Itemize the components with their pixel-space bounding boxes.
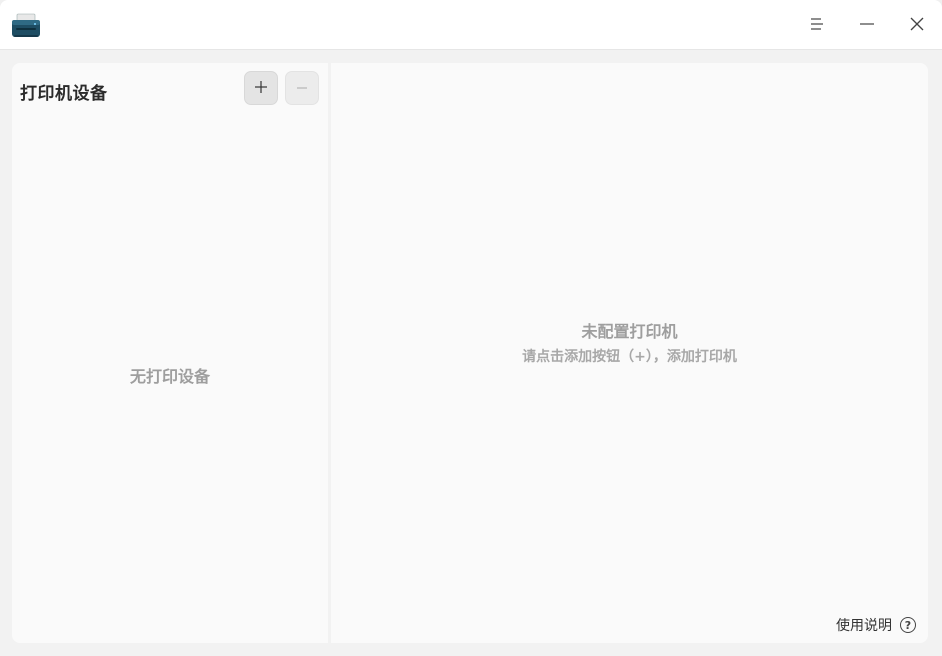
question-icon: ? [900,617,916,633]
minimize-icon [860,16,874,35]
close-button[interactable] [892,0,942,50]
minus-icon [296,79,308,98]
help-label: 使用说明 [836,618,892,634]
minimize-button[interactable] [842,0,892,50]
empty-state-hint: 请点击添加按钮（+），添加打印机 [522,349,737,365]
empty-state-title: 未配置打印机 [581,322,678,341]
printer-list-panel: 打印机设备 无打印设备 [12,63,328,643]
titlebar [0,0,942,50]
plus-icon [254,79,268,98]
close-icon [910,16,924,35]
add-printer-button[interactable] [244,71,278,105]
menu-icon [810,16,824,35]
printer-detail-panel: 未配置打印机 请点击添加按钮（+），添加打印机 使用说明 ? [331,63,928,643]
menu-button[interactable] [792,0,842,50]
printer-icon [11,13,41,39]
help-link[interactable]: 使用说明 ? [836,615,916,635]
print-manager-window: 打印机设备 无打印设备 未配置打印机 请点击添加按钮（+），添加打印机 使用说明… [0,0,942,656]
no-printers-text: 无打印设备 [129,367,210,386]
panel-title: 打印机设备 [20,84,108,104]
remove-printer-button[interactable] [285,71,319,105]
